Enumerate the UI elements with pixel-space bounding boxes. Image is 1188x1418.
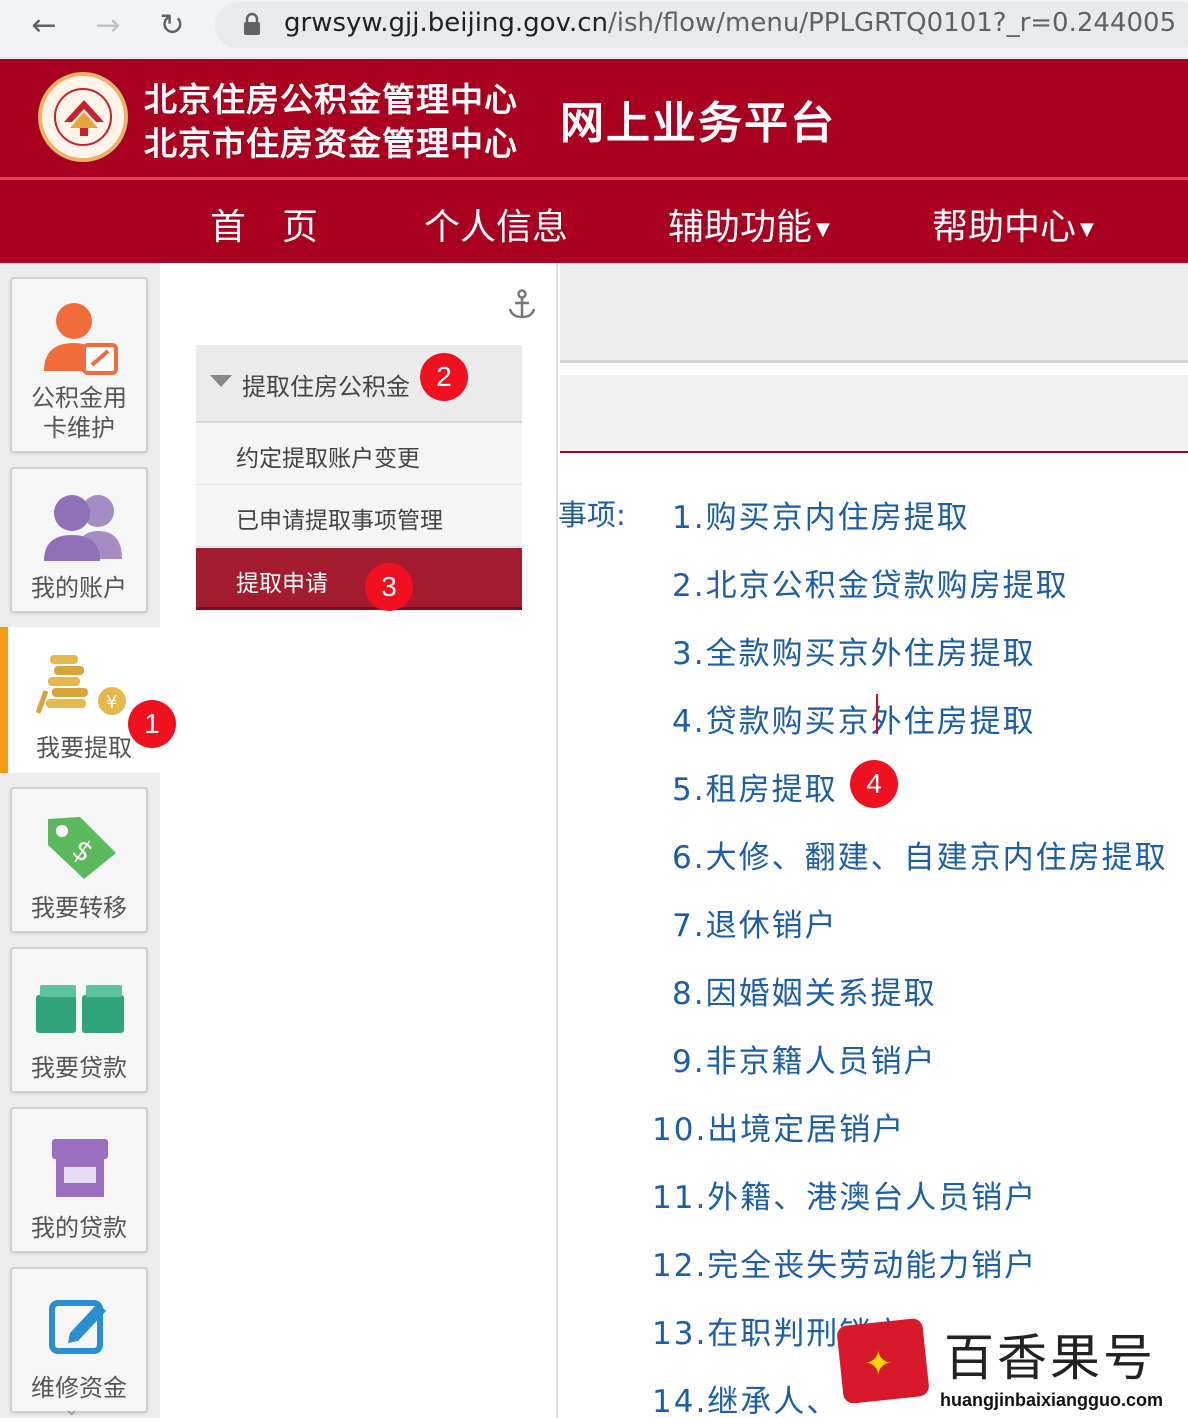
nav-personal-info[interactable]: 个人信息 <box>424 198 568 250</box>
withdraw-item-link[interactable]: 3.全款购买京外住房提取 <box>672 628 1036 673</box>
anchor-icon[interactable] <box>506 289 538 321</box>
nav-aux-functions[interactable]: 辅助功能 ▼ <box>668 198 830 250</box>
content-toolbar <box>560 263 1188 363</box>
withdraw-item-link[interactable]: 1.购买京内住房提取 <box>672 492 970 537</box>
star-icon: ✦ <box>864 1344 893 1384</box>
sidebar-item-my-account[interactable]: 我的账户 <box>10 467 148 613</box>
sidebar-item-label: 我要转移 <box>31 894 127 922</box>
svg-text:¥: ¥ <box>106 692 117 713</box>
sidebar-item-label: 我的账户 <box>31 574 127 602</box>
sidebar-item-loan[interactable]: 我要贷款 <box>10 947 148 1093</box>
caret-down-icon: ▼ <box>1080 218 1094 240</box>
sidebar-item-label: 公积金用 <box>31 384 127 412</box>
sidebar-item-label: 我的贷款 <box>31 1214 127 1242</box>
menu-item-withdraw-apply[interactable]: 提取申请 <box>196 548 522 610</box>
price-tag-icon: $ <box>48 817 116 879</box>
content-title-band <box>560 375 1188 453</box>
withdraw-item-link[interactable]: 14.继承人、 <box>652 1376 839 1418</box>
step-badge: 4 <box>850 760 898 808</box>
sidebar-item-transfer[interactable]: $ 我要转移 <box>10 787 148 933</box>
withdraw-item-link[interactable]: 11.外籍、港澳台人员销户 <box>652 1172 1037 1217</box>
triangle-down-icon <box>210 375 232 387</box>
withdraw-item-link[interactable]: 6.大修、翻建、自建京内住房提取 <box>672 832 1168 877</box>
sidebar-item-maintenance-fund[interactable]: 维修资金 <box>10 1267 148 1413</box>
url-text: grwsyw.gjj.beijing.gov.cn/ish/flow/menu/… <box>284 8 1177 38</box>
browser-toolbar: ← → ↻ grwsyw.gjj.beijing.gov.cn/ish/flow… <box>0 0 1188 58</box>
users-icon <box>44 495 122 561</box>
menu-group-withdraw[interactable]: 提取住房公积金 <box>196 345 522 423</box>
caret-down-icon: ▼ <box>816 218 830 240</box>
menu-item-label: 已申请提取事项管理 <box>236 508 443 534</box>
section-label: 事项: <box>558 498 626 532</box>
menu-item-label: 提取申请 <box>236 571 328 597</box>
withdraw-item-link[interactable]: 10.出境定居销户 <box>652 1104 905 1149</box>
step-badge: 3 <box>365 563 413 611</box>
watermark-url: huangjinbaixiangguo.com <box>940 1390 1164 1410</box>
reload-icon[interactable]: ↻ <box>152 6 192 46</box>
sidebar-item-label: 卡维护 <box>43 414 115 442</box>
withdraw-item-link[interactable]: 12.完全丧失劳动能力销户 <box>652 1240 1037 1285</box>
left-sidebar: 公积金用 卡维护 我的账户 ¥ 我要提取 $ 我要转移 我要贷款 我的贷款 维修… <box>0 263 160 1418</box>
submenu-panel: 提取住房公积金 约定提取账户变更 已申请提取事项管理 提取申请 <box>160 263 558 1418</box>
step-badge: 1 <box>128 700 176 748</box>
back-arrow-icon[interactable]: ← <box>24 6 64 46</box>
withdraw-item-link[interactable]: 2.北京公积金贷款购房提取 <box>672 560 1069 605</box>
menu-group-label: 提取住房公积金 <box>242 373 410 401</box>
money-stack-icon <box>36 985 124 1033</box>
chevron-down-icon[interactable]: ⌄ <box>64 1399 79 1418</box>
watermark-title: 百香果号 <box>944 1329 1156 1387</box>
menu-item-label: 约定提取账户变更 <box>236 446 420 472</box>
withdraw-item-link[interactable]: 8.因婚姻关系提取 <box>672 968 937 1013</box>
withdraw-item-link[interactable]: 5.租房提取 <box>672 764 838 809</box>
shop-icon <box>52 1139 108 1197</box>
main-nav: 首 页 个人信息 辅助功能 ▼ 帮助中心 ▼ <box>0 177 1188 263</box>
forward-arrow-icon[interactable]: → <box>88 6 128 46</box>
person-card-icon <box>44 303 118 375</box>
withdraw-item-link[interactable]: 7.退休销户 <box>672 900 838 945</box>
sidebar-item-my-loan[interactable]: 我的贷款 <box>10 1107 148 1253</box>
step-badge: 2 <box>420 353 468 401</box>
menu-item-applied-management[interactable]: 已申请提取事项管理 <box>196 485 522 547</box>
sidebar-item-withdraw[interactable]: ¥ 我要提取 <box>0 627 160 773</box>
menu-item-account-change[interactable]: 约定提取账户变更 <box>196 423 522 485</box>
org-name-line2: 北京市住房资金管理中心 <box>144 124 518 163</box>
withdraw-item-link[interactable]: 4.贷款购买京外住房提取 <box>672 696 1036 741</box>
nav-help-center[interactable]: 帮助中心 ▼ <box>932 198 1094 250</box>
platform-title: 网上业务平台 <box>560 98 836 149</box>
withdraw-item-link[interactable]: 9.非京籍人员销户 <box>672 1036 937 1081</box>
site-header: 北京住房公积金管理中心 北京市住房资金管理中心 网上业务平台 <box>0 59 1188 177</box>
edit-icon <box>49 1300 106 1354</box>
roof-icon <box>64 100 104 136</box>
lock-icon <box>244 12 260 35</box>
sidebar-item-card-maintenance[interactable]: 公积金用 卡维护 <box>10 277 148 453</box>
text-cursor <box>876 694 878 734</box>
sidebar-item-label: 我要贷款 <box>31 1054 127 1082</box>
org-name-line1: 北京住房公积金管理中心 <box>144 80 518 119</box>
emblem-logo <box>38 72 128 162</box>
coins-icon: ¥ <box>36 655 126 715</box>
nav-home[interactable]: 首 页 <box>210 198 318 250</box>
